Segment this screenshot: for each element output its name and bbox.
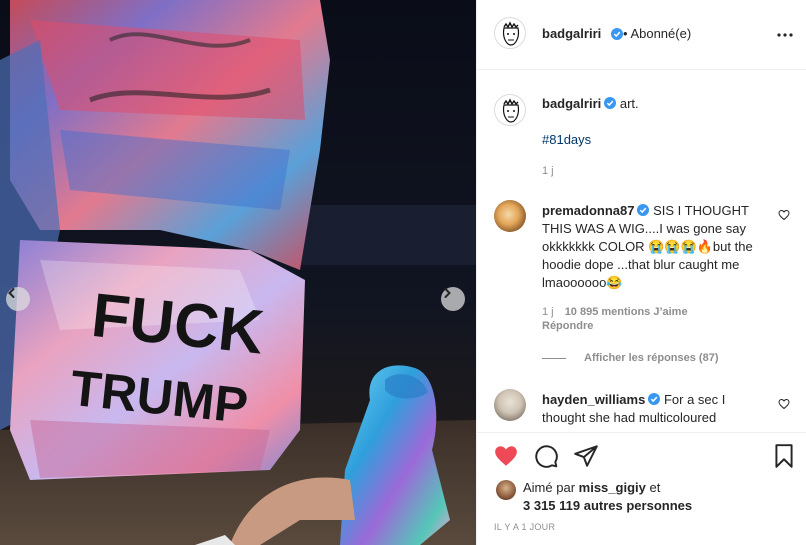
comment: hayden_williams For a sec I thought she … [542, 391, 760, 427]
post-details-panel: badgalriri • Abonné(e) badgalriri art. #… [476, 0, 806, 545]
comment-like-heart-icon[interactable] [778, 209, 790, 221]
liked-by-prefix: Aimé par [523, 480, 576, 495]
view-replies-button[interactable]: Afficher les réponses (87) [584, 352, 719, 364]
caption-username[interactable]: badgalriri [542, 96, 601, 111]
paper-plane-icon[interactable] [573, 443, 599, 469]
comment-like-heart-icon[interactable] [778, 398, 790, 410]
photo-illustration: FUCK TRUMP [0, 0, 476, 545]
doodle-face-icon [502, 98, 520, 123]
comment-time[interactable]: 1 j [542, 306, 554, 318]
author-avatar[interactable] [494, 17, 526, 49]
comment-username[interactable]: hayden_williams [542, 392, 645, 407]
verified-badge-icon [611, 28, 623, 40]
follow-status[interactable]: • Abonné(e) [623, 26, 691, 41]
post-timestamp[interactable]: IL Y A 1 JOUR [494, 522, 555, 532]
more-options-icon[interactable] [776, 26, 794, 44]
author-username[interactable]: badgalriri [542, 26, 601, 41]
comments-section: badgalriri art. #81days 1 j premadonna87… [477, 71, 806, 431]
caption-hashtag[interactable]: #81days [542, 132, 591, 147]
post-header: badgalriri • Abonné(e) [477, 0, 806, 70]
caption-author-avatar[interactable] [494, 94, 526, 126]
liked-by-user[interactable]: miss_gigiy [579, 480, 646, 495]
previous-photo-button[interactable] [6, 287, 30, 311]
verified-badge-icon [637, 204, 650, 216]
likes-summary: Aimé par miss_gigiy et 3 315 119 autres … [523, 479, 692, 515]
chevron-left-icon [8, 288, 15, 298]
verified-badge-icon [604, 97, 617, 109]
comment-username[interactable]: premadonna87 [542, 203, 634, 218]
liked-by-and: et [649, 480, 661, 495]
caption: badgalriri art. [542, 96, 639, 111]
verified-badge-icon [648, 393, 661, 405]
heart-icon[interactable] [493, 443, 519, 469]
next-photo-button[interactable] [441, 287, 465, 311]
comment-like-count[interactable]: 10 895 mentions J’aime [565, 306, 688, 318]
reply-button[interactable]: Répondre [542, 320, 593, 332]
doodle-face-icon [502, 21, 520, 46]
commenter-avatar[interactable] [494, 200, 526, 232]
caption-body: art. [619, 96, 639, 111]
comment-bubble-icon[interactable] [533, 443, 559, 469]
liker-avatar[interactable] [496, 480, 516, 500]
commenter-avatar[interactable] [494, 389, 526, 421]
chevron-right-icon [444, 288, 451, 298]
caption-time[interactable]: 1 j [542, 165, 554, 177]
likes-count[interactable]: 3 315 119 autres personnes [523, 498, 692, 513]
comment-meta: 1 j 10 895 mentions J’aime [542, 306, 696, 318]
post-actions: Aimé par miss_gigiy et 3 315 119 autres … [477, 432, 806, 542]
bookmark-icon[interactable] [771, 443, 797, 469]
replies-divider [542, 358, 566, 359]
post-photo: FUCK TRUMP [0, 0, 476, 545]
comment: premadonna87 SIS I THOUGHT THIS WAS A WI… [542, 202, 760, 292]
